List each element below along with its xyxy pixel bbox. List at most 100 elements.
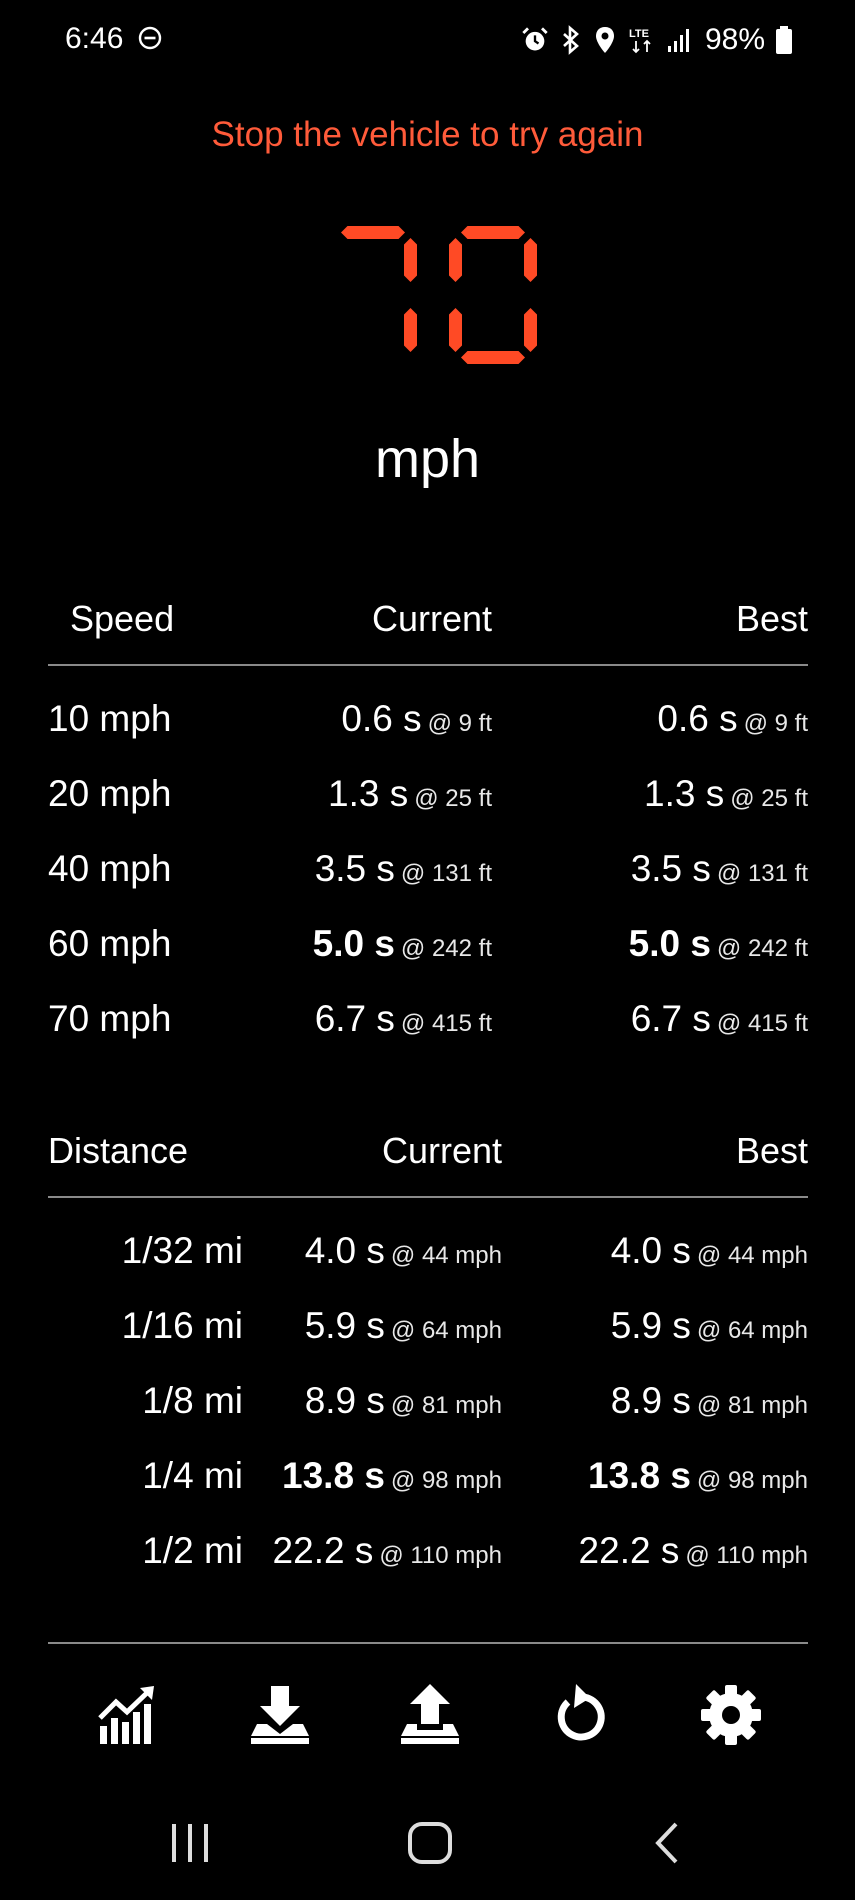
- back-icon: [655, 1822, 678, 1864]
- current-time: 3.5 s: [314, 848, 395, 889]
- current-time: 5.9 s: [304, 1305, 385, 1346]
- row-label: 1/2 mi: [142, 1530, 243, 1571]
- best-value: 13.8 s @ 98 mph: [588, 1455, 808, 1497]
- current-at: @ 110 mph: [379, 1542, 502, 1569]
- location-icon: [595, 27, 614, 53]
- row-label: 40 mph: [48, 848, 172, 889]
- reset-button[interactable]: [546, 1680, 616, 1750]
- current-value: 3.5 s @ 131 ft: [315, 848, 492, 890]
- best-at: @ 9 ft: [743, 710, 808, 737]
- best-value: 4.0 s @ 44 mph: [611, 1230, 808, 1272]
- divider: [48, 1642, 808, 1644]
- home-button[interactable]: [400, 1818, 460, 1868]
- current-value: 0.6 s @ 9 ft: [341, 698, 492, 740]
- header-distance: Distance: [48, 1130, 189, 1171]
- table-row: 1/2 mi 22.2 s @ 110 mph 22.2 s @ 110 mph: [48, 1530, 808, 1605]
- table-row: 1/4 mi 13.8 s @ 98 mph 13.8 s @ 98 mph: [48, 1455, 808, 1530]
- signal-icon: [667, 29, 689, 52]
- current-value: 8.9 s @ 81 mph: [305, 1380, 502, 1422]
- battery-icon: [776, 26, 792, 54]
- best-time: 5.0 s: [628, 923, 711, 964]
- row-label: 60 mph: [48, 923, 172, 964]
- best-value: 0.6 s @ 9 ft: [657, 698, 808, 740]
- best-time: 1.3 s: [644, 773, 725, 814]
- divider: [48, 664, 808, 666]
- row-label: 1/32 mi: [121, 1230, 243, 1271]
- stats-button[interactable]: [96, 1680, 166, 1750]
- digit-segment: [449, 308, 462, 352]
- row-label: 20 mph: [48, 773, 172, 814]
- status-bar: 6:46 LTE 98%: [0, 0, 855, 80]
- recents-button[interactable]: [160, 1818, 220, 1868]
- header-current: Current: [381, 1130, 502, 1171]
- speed-table: Speed Current Best 10 mph 0.6 s @ 9 ft 0.6 …: [48, 598, 808, 1039]
- best-time: 22.2 s: [578, 1530, 680, 1571]
- lte-icon: LTE: [629, 28, 651, 54]
- export-button[interactable]: [395, 1680, 465, 1750]
- current-at: @ 98 mph: [390, 1467, 502, 1494]
- distance-table-header: Distance Current Best: [48, 1130, 808, 1190]
- current-time: 13.8 s: [282, 1455, 385, 1496]
- best-at: @ 44 mph: [696, 1242, 808, 1269]
- table-row: 20 mph 1.3 s @ 25 ft 1.3 s @ 25 ft: [48, 773, 808, 848]
- digit-segment: [404, 308, 417, 352]
- digit-segment: [461, 226, 525, 239]
- table-row: 1/8 mi 8.9 s @ 81 mph 8.9 s @ 81 mph: [48, 1380, 808, 1455]
- header-current: Current: [371, 598, 492, 639]
- row-label: 70 mph: [48, 998, 172, 1039]
- import-button[interactable]: [245, 1680, 315, 1750]
- current-value: 4.0 s @ 44 mph: [305, 1230, 502, 1272]
- current-value: 13.8 s @ 98 mph: [282, 1455, 502, 1497]
- current-time: 1.3 s: [328, 773, 409, 814]
- best-time: 8.9 s: [610, 1380, 691, 1421]
- current-at: @ 9 ft: [427, 710, 492, 737]
- bluetooth-icon: [563, 25, 579, 55]
- digit-segment: [449, 238, 462, 282]
- table-row: 1/16 mi 5.9 s @ 64 mph 5.9 s @ 64 mph: [48, 1305, 808, 1380]
- digit-segment: [524, 238, 537, 282]
- current-value: 1.3 s @ 25 ft: [328, 773, 492, 815]
- table-row: 1/32 mi 4.0 s @ 44 mph 4.0 s @ 44 mph: [48, 1230, 808, 1305]
- current-at: @ 131 ft: [400, 860, 492, 887]
- best-time: 5.9 s: [610, 1305, 691, 1346]
- alarm-icon: [522, 27, 548, 51]
- current-at: @ 25 ft: [414, 785, 492, 812]
- table-row: 70 mph 6.7 s @ 415 ft 6.7 s @ 415 ft: [48, 998, 808, 1073]
- best-value: 1.3 s @ 25 ft: [644, 773, 808, 815]
- best-at: @ 415 ft: [716, 1010, 808, 1037]
- upload-icon: [401, 1684, 459, 1744]
- status-icons: LTE 98%: [521, 20, 793, 60]
- reset-icon: [557, 1684, 605, 1741]
- gear-icon: [701, 1685, 761, 1745]
- current-at: @ 415 ft: [400, 1010, 492, 1037]
- current-value: 22.2 s @ 110 mph: [273, 1530, 502, 1572]
- recents-icon: [172, 1824, 208, 1862]
- digit-segment: [404, 238, 417, 282]
- settings-button[interactable]: [696, 1680, 766, 1750]
- current-value: 6.7 s @ 415 ft: [315, 998, 492, 1040]
- best-time: 3.5 s: [630, 848, 711, 889]
- status-message: Stop the vehicle to try again: [211, 115, 644, 154]
- header-speed: Speed: [70, 598, 175, 639]
- best-at: @ 98 mph: [696, 1467, 808, 1494]
- best-value: 6.7 s @ 415 ft: [631, 998, 808, 1040]
- best-value: 3.5 s @ 131 ft: [631, 848, 808, 890]
- best-at: @ 131 ft: [716, 860, 808, 887]
- table-row: 60 mph 5.0 s @ 242 ft 5.0 s @ 242 ft: [48, 923, 808, 998]
- best-value: 8.9 s @ 81 mph: [611, 1380, 808, 1422]
- best-at: @ 242 ft: [716, 935, 808, 962]
- best-time: 4.0 s: [610, 1230, 691, 1271]
- current-at: @ 64 mph: [390, 1317, 502, 1344]
- current-value: 5.9 s @ 64 mph: [305, 1305, 502, 1347]
- row-label: 1/4 mi: [142, 1455, 243, 1496]
- current-at: @ 81 mph: [390, 1392, 502, 1419]
- back-button[interactable]: [640, 1818, 700, 1868]
- best-time: 0.6 s: [657, 698, 738, 739]
- best-value: 5.0 s @ 242 ft: [629, 923, 808, 965]
- row-label: 10 mph: [48, 698, 172, 739]
- do-not-disturb-icon: [138, 26, 162, 50]
- best-value: 22.2 s @ 110 mph: [579, 1530, 808, 1572]
- divider: [48, 1196, 808, 1198]
- best-at: @ 81 mph: [696, 1392, 808, 1419]
- best-at: @ 25 ft: [730, 785, 808, 812]
